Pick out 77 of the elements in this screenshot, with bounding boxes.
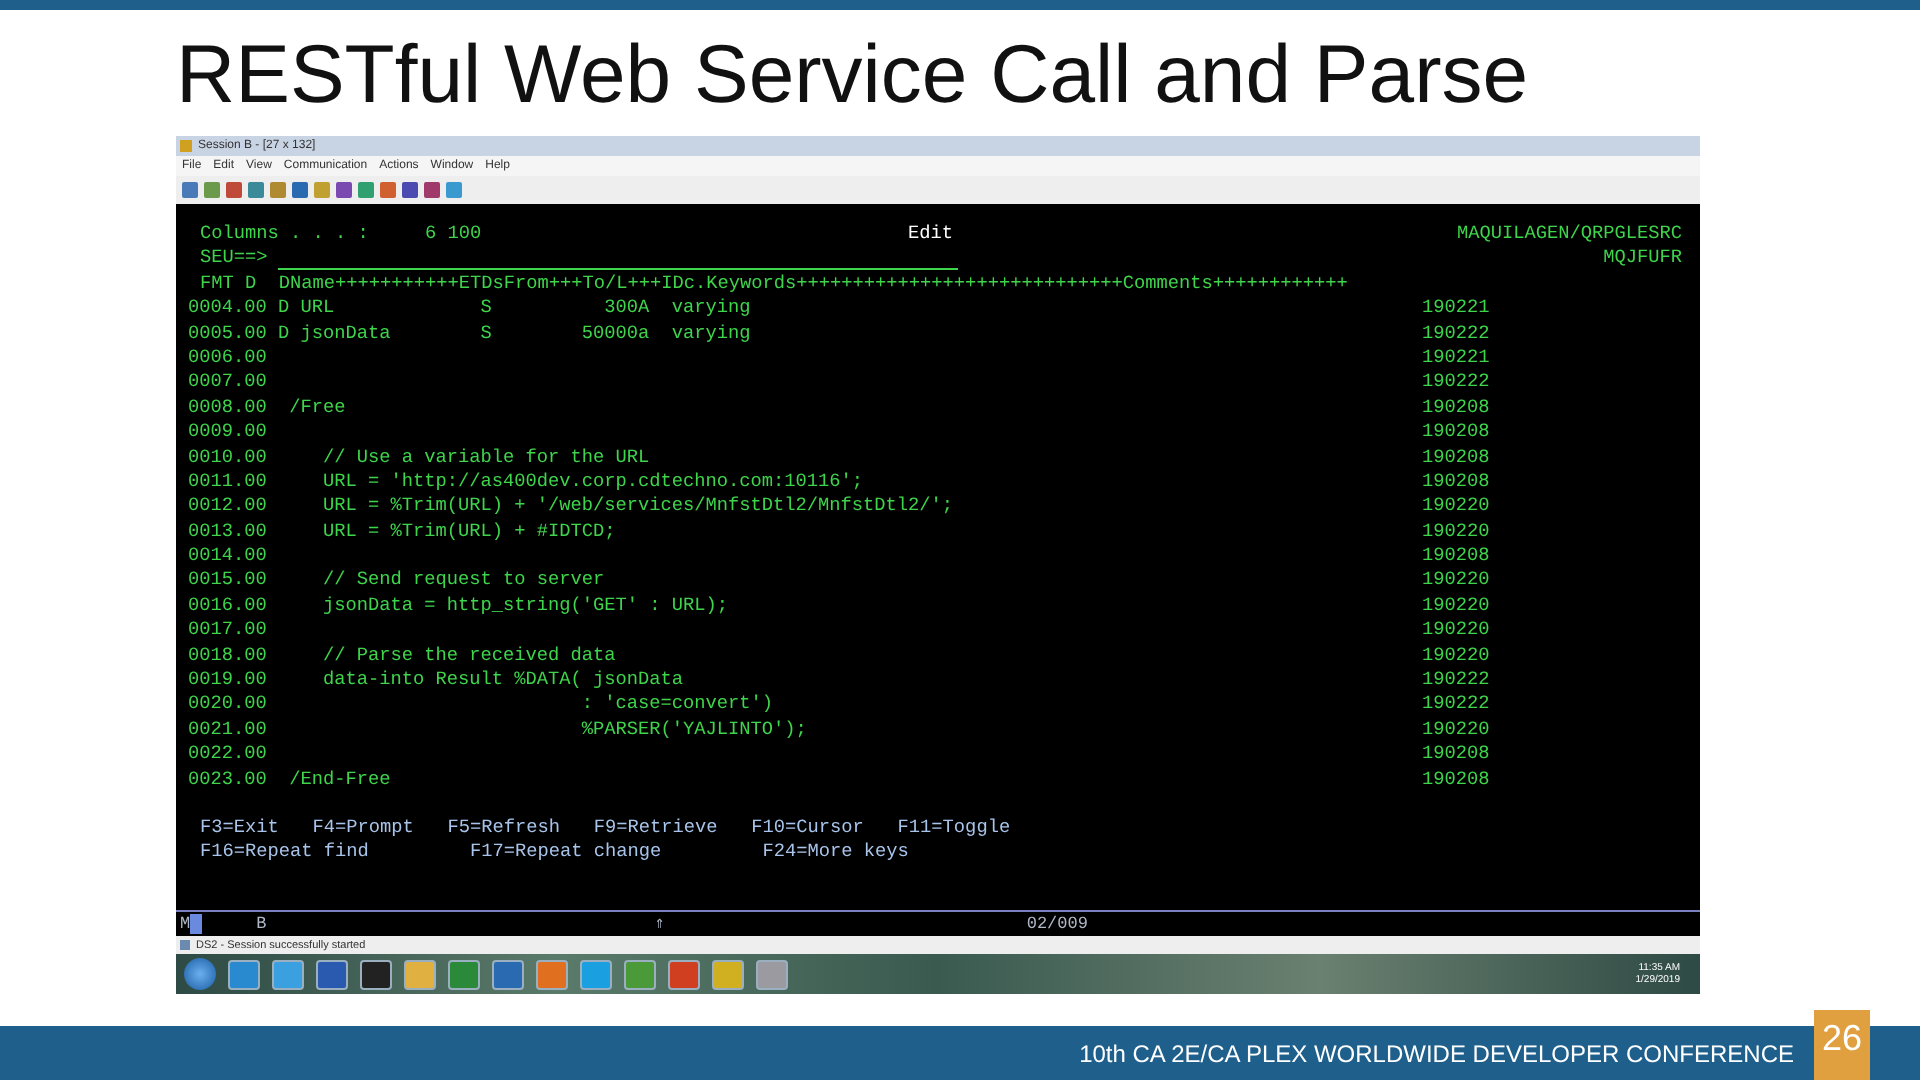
change-date: 190208	[1422, 395, 1490, 421]
taskbar-app-icon[interactable]	[228, 959, 260, 989]
taskbar-app-icon[interactable]	[272, 959, 304, 989]
change-date: 190208	[1422, 742, 1490, 768]
change-date: 190222	[1422, 321, 1490, 346]
cursor-block	[190, 914, 203, 934]
sequence-number: 0006.00	[188, 345, 269, 371]
change-date: 190208	[1422, 544, 1490, 569]
code-line: URL = 'http://as400dev.corp.cdtechno.com:10116';	[321, 469, 864, 492]
app-icon	[180, 140, 192, 152]
code-line: D URL S 300A varying	[278, 296, 751, 319]
change-date: 190220	[1422, 568, 1490, 594]
sequence-number: 0023.00	[188, 767, 269, 792]
cursor-position: 02/009	[1026, 911, 1088, 937]
sequence-number: 0012.00	[188, 494, 269, 520]
sequence-number: 0011.00	[188, 469, 269, 495]
columns-label: Columns . . . : 6 100	[198, 222, 484, 247]
change-date: 190220	[1422, 643, 1490, 669]
sequence-number: 0018.00	[188, 643, 269, 669]
change-date: 190222	[1422, 370, 1490, 396]
start-button[interactable]	[184, 958, 216, 990]
change-date: 190220	[1422, 494, 1490, 520]
change-date: 190222	[1422, 668, 1490, 693]
code-line: data-into Result %DATA( jsonData	[321, 668, 684, 691]
mode-label: Edit	[908, 222, 954, 247]
sequence-number: 0005.00	[188, 321, 269, 346]
sequence-number: 0016.00	[188, 593, 269, 619]
sequence-number: 0014.00	[188, 544, 269, 569]
code-line: /Free	[287, 395, 346, 418]
change-date: 190220	[1422, 593, 1490, 619]
change-date: 190208	[1422, 420, 1490, 446]
change-date: 190220	[1422, 519, 1490, 545]
sequence-number: 0009.00	[188, 420, 269, 446]
change-date: 190222	[1422, 692, 1490, 718]
conference-name: 10th CA 2E/CA PLEX WORLDWIDE DEVELOPER CONFERENCE	[1079, 1037, 1794, 1071]
sequence-number: 0020.00	[188, 692, 269, 718]
prompt-label: SEU==>	[198, 246, 270, 272]
sequence-number: 0010.00	[188, 445, 269, 470]
code-line: : 'case=convert')	[579, 692, 774, 715]
taskbar-app-icon[interactable]	[360, 959, 392, 989]
code-line: jsonData = http_string('GET' : URL);	[321, 593, 729, 616]
code-line: // Use a variable for the URL	[321, 445, 650, 468]
code-line: // Parse the received data	[321, 643, 616, 666]
status-indicator: M	[178, 911, 191, 937]
code-line: // Send request to server	[321, 568, 605, 591]
member-label: MQJFUFR	[1603, 246, 1682, 272]
taskbar-app-icon[interactable]	[316, 959, 348, 989]
slide-title: RESTful Web Service Call and Parse	[176, 26, 1531, 124]
change-date: 190221	[1422, 345, 1490, 371]
status-field: B	[256, 911, 267, 937]
sequence-number: 0022.00	[188, 742, 269, 768]
sequence-number: 0008.00	[188, 395, 269, 421]
function-keys: F3=Exit F4=Prompt F5=Refresh F9=Retrieve F10=Cursor F11=Toggle	[188, 815, 1700, 841]
code-line: /End-Free	[287, 767, 391, 790]
code-line: URL = %Trim(URL) + #IDTCD;	[321, 519, 616, 542]
sequence-number: 0004.00	[188, 296, 269, 322]
change-date: 190221	[1422, 296, 1490, 322]
status-icon	[180, 940, 190, 950]
shift-indicator: ⇑	[654, 911, 665, 937]
change-date: 190220	[1422, 717, 1490, 743]
change-date: 190208	[1422, 445, 1490, 470]
sequence-number: 0007.00	[188, 370, 269, 396]
sequence-number: 0013.00	[188, 519, 269, 545]
sequence-number: 0015.00	[188, 568, 269, 594]
code-line: %PARSER('YAJLINTO');	[579, 717, 807, 740]
code-line: URL = %Trim(URL) + '/web/services/MnfstDtl2/MnfstDtl2/';	[321, 494, 954, 517]
sequence-number: 0017.00	[188, 618, 269, 644]
page-number: 26	[1814, 1010, 1870, 1080]
library-label: MAQUILAGEN/QRPGLESRC	[1456, 222, 1682, 247]
function-keys: F16=Repeat find F17=Repeat change F24=More keys	[188, 840, 1700, 866]
sequence-number: 0019.00	[188, 668, 269, 693]
change-date: 190208	[1422, 469, 1490, 495]
code-line: D jsonData S 50000a varying	[278, 321, 751, 344]
sequence-number: 0021.00	[188, 717, 269, 743]
change-date: 190208	[1422, 767, 1490, 792]
format-line: FMT D DName+++++++++++ETDsFrom+++To/L+++IDc.Keywords+++++++++++++++++++++++++++++Comments++++++++++++	[198, 271, 1348, 297]
change-date: 190220	[1422, 618, 1490, 644]
